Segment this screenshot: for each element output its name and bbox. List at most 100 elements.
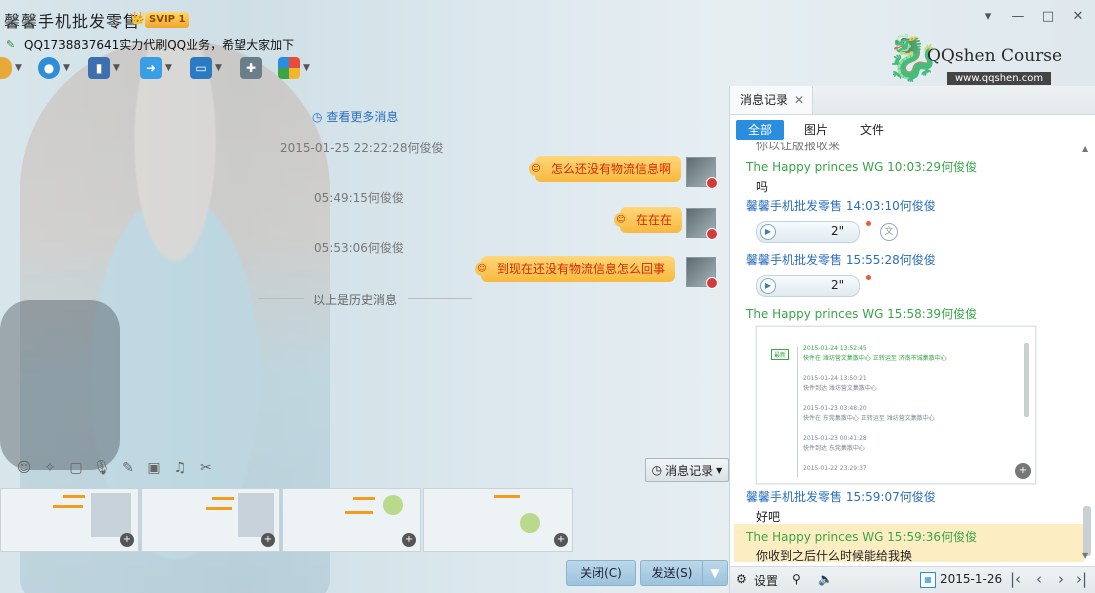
settings-label[interactable]: 设置 xyxy=(754,572,778,589)
image-icon[interactable]: ▣ xyxy=(144,460,164,476)
calendar-icon[interactable]: ▦ xyxy=(920,572,936,588)
remote-desktop-icon: ▭ xyxy=(190,57,212,79)
thumbnail-block xyxy=(91,493,131,537)
thumbnail-bubble xyxy=(345,511,373,514)
input-toolbar: ☺ ✧ ▢ 🎙 ✎ ▣ ♫ ✂ xyxy=(14,460,216,476)
unread-dot xyxy=(866,275,871,280)
thumbnail-image[interactable]: + xyxy=(423,488,573,552)
message-bubble[interactable]: ☺ 在在在 xyxy=(614,207,683,233)
thumbnail-image[interactable]: + xyxy=(0,488,139,552)
voice-message[interactable]: ▶ 2" xyxy=(756,221,860,243)
scroll-down-icon[interactable]: ▼ xyxy=(1082,551,1088,560)
logo-url: www.qqshen.com xyxy=(947,72,1052,85)
history-log: 你以让版报收来 The Happy princes WG 10:03:29何俊俊… xyxy=(730,142,1088,562)
emoji-icon: ☺ xyxy=(529,162,543,176)
thumbnail-bubble xyxy=(494,495,520,498)
thumbnail-block xyxy=(238,493,274,537)
close-tab-icon[interactable]: ✕ xyxy=(794,93,804,107)
chevron-down-icon: ▼ xyxy=(63,63,70,73)
more-messages-link[interactable]: ◷ 查看更多消息 xyxy=(312,108,398,125)
thumbnail-block xyxy=(383,495,403,515)
avatar[interactable] xyxy=(686,157,718,189)
avatar[interactable] xyxy=(686,208,718,240)
edit-icon[interactable]: ✎ xyxy=(118,460,138,476)
unread-dot xyxy=(866,221,871,226)
tab-message-history[interactable]: 消息记录 ✕ xyxy=(730,86,814,114)
screen-share-icon: ▮ xyxy=(88,57,110,79)
message-bubble[interactable]: ☺ 到现在还没有物流信息怎么回事 xyxy=(475,256,676,282)
online-dot-icon xyxy=(706,177,718,189)
chat-window: 馨馨手机批发零售 👑 SVIP 1 ✎ QQ1738837641实力代刷QQ业务… xyxy=(0,0,1095,593)
translate-icon[interactable]: 文 xyxy=(880,223,898,241)
zoom-icon[interactable]: + xyxy=(1015,463,1031,479)
message-bubble[interactable]: ☺ 怎么还没有物流信息啊 xyxy=(529,156,682,182)
magic-icon[interactable]: ✧ xyxy=(40,460,60,476)
screenshot-icon[interactable]: ✂ xyxy=(196,460,216,476)
screenshot-image[interactable]: 最新 2015-01-24 13:52:45 快件在 潍坊营文集散中心 正转运至… xyxy=(756,326,1036,484)
play-icon[interactable]: ▶ xyxy=(760,278,776,294)
more-messages-label: 查看更多消息 xyxy=(326,110,399,124)
clock-icon: ◷ xyxy=(651,463,663,477)
minimize-button[interactable]: — xyxy=(1008,8,1028,26)
thumbnail-block xyxy=(520,513,540,533)
close-window-button[interactable]: ✕ xyxy=(1068,8,1088,26)
history-scrollbar[interactable]: ▲ ▼ xyxy=(1082,142,1092,562)
history-date[interactable]: 2015-1-26 xyxy=(940,572,1002,586)
window-title: 馨馨手机批发零售 xyxy=(4,12,141,31)
emoji-icon[interactable]: ☺ xyxy=(14,460,34,476)
thumbnail-image[interactable]: + xyxy=(141,488,280,552)
add-app-icon: ✚ xyxy=(240,57,262,79)
vip-crown-icon: 👑 xyxy=(130,11,145,25)
history-tab-bar: 消息记录 ✕ xyxy=(730,86,1095,115)
filter-all[interactable]: 全部 xyxy=(736,120,784,140)
scrollbar-thumb[interactable] xyxy=(1083,506,1091,556)
speaker-icon[interactable]: 🔈 xyxy=(818,572,833,586)
toolbar-file-transfer[interactable]: ➜ ▼ xyxy=(140,56,172,80)
next-page-icon[interactable]: › xyxy=(1058,570,1064,588)
send-button[interactable]: 发送(S) xyxy=(640,560,704,586)
settings-icon[interactable]: ⚙ xyxy=(736,572,747,586)
filter-files[interactable]: 文件 xyxy=(848,120,896,140)
close-button[interactable]: 关闭(C) xyxy=(566,560,636,586)
history-message-cut: 你以让版报收来 xyxy=(756,142,841,152)
voice-duration: 2" xyxy=(831,278,845,292)
scroll-up-icon[interactable]: ▲ xyxy=(1082,144,1088,153)
toolbar-apps[interactable]: ▼ xyxy=(278,56,310,80)
window-menu-button[interactable]: ▾ xyxy=(978,8,998,26)
screenshot-row-date: 2015-01-23 03:48:20 xyxy=(803,405,867,412)
message-history-pane: 消息记录 ✕ 全部 图片 文件 你以让版报收来 The Happy princes… xyxy=(729,86,1095,593)
thumbnail-image[interactable]: + xyxy=(282,488,421,552)
play-icon[interactable]: ▶ xyxy=(760,224,776,240)
zoom-icon[interactable]: + xyxy=(402,533,416,547)
toolbar-screen-share[interactable]: ▮ ▼ xyxy=(88,56,120,80)
history-sender: 馨馨手机批发零售 15:59:07何俊俊 xyxy=(746,490,936,504)
first-page-icon[interactable]: |‹ xyxy=(1010,570,1021,588)
voice-message[interactable]: ▶ 2" xyxy=(756,275,860,297)
clock-icon: ◷ xyxy=(312,110,323,124)
vip-badge[interactable]: SVIP 1 xyxy=(145,12,190,28)
message-history-button[interactable]: ◷ 消息记录 ▼ xyxy=(645,458,729,482)
sticker-icon[interactable]: ▢ xyxy=(66,460,86,476)
chevron-down-icon: ▼ xyxy=(215,63,222,73)
emoji-icon: ☺ xyxy=(475,262,489,276)
search-icon[interactable]: ⚲ xyxy=(792,572,801,586)
voice-icon[interactable]: 🎙 xyxy=(92,460,112,476)
prev-page-icon[interactable]: ‹ xyxy=(1036,570,1042,588)
music-icon[interactable]: ♫ xyxy=(170,460,190,476)
history-filters: 全部 图片 文件 xyxy=(736,120,896,140)
toolbar-phone[interactable]: ▼ xyxy=(0,56,22,80)
last-page-icon[interactable]: ›| xyxy=(1076,570,1087,588)
timeline-rail xyxy=(797,347,798,477)
send-options-button[interactable]: ▼ xyxy=(702,560,728,586)
zoom-icon[interactable]: + xyxy=(261,533,275,547)
avatar[interactable] xyxy=(686,257,718,289)
filter-images[interactable]: 图片 xyxy=(792,120,840,140)
zoom-icon[interactable]: + xyxy=(554,533,568,547)
maximize-button[interactable]: □ xyxy=(1038,8,1058,26)
toolbar-video[interactable]: ● ▼ xyxy=(38,56,70,80)
toolbar-add-app[interactable]: ✚ xyxy=(240,56,262,80)
toolbar-remote-desktop[interactable]: ▭ ▼ xyxy=(190,56,222,80)
zoom-icon[interactable]: + xyxy=(120,533,134,547)
message-timestamp: 05:49:15何俊俊 xyxy=(314,191,404,205)
message-timestamp: 2015-01-25 22:22:28何俊俊 xyxy=(280,141,444,155)
